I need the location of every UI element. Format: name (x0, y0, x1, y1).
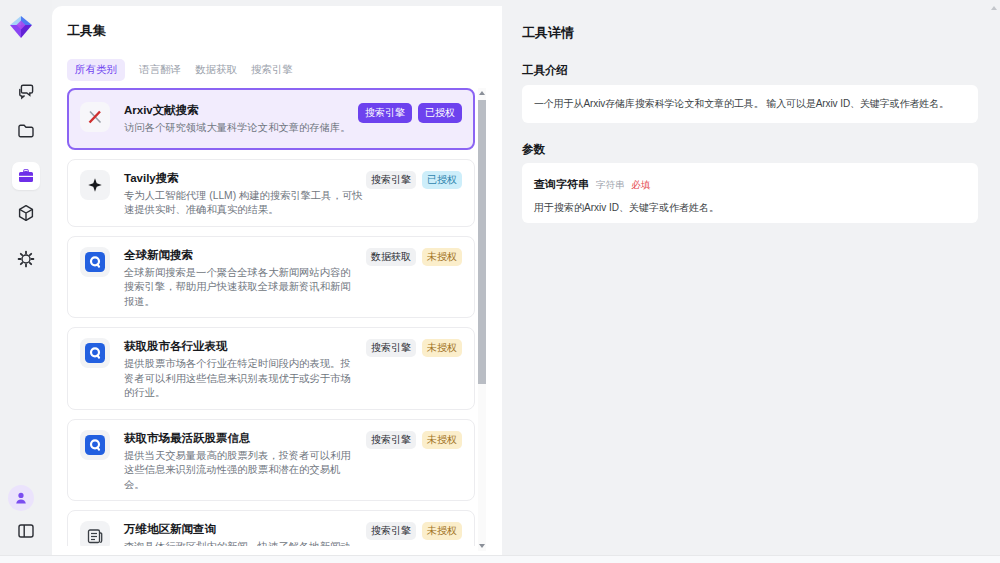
scroll-up-arrow[interactable] (479, 91, 485, 95)
sidebar-item-files[interactable] (12, 117, 40, 145)
tool-description: 访问各个研究领域大量科学论文和文章的存储库。 (124, 121, 358, 136)
auth-badge: 已授权 (418, 103, 462, 123)
chat-icon (16, 81, 36, 101)
tool-name: Arxiv文献搜索 (124, 102, 358, 118)
intro-text: 一个用于从Arxiv存储库搜索科学论文和文章的工具。 输入可以是Arxiv ID… (534, 97, 949, 111)
user-icon (13, 490, 29, 506)
tool-name: Tavily搜索 (124, 170, 369, 186)
quark-icon (80, 430, 110, 460)
app-logo[interactable] (7, 14, 35, 40)
category-badge: 数据获取 (366, 248, 416, 266)
scrollbar-thumb[interactable] (478, 100, 486, 384)
category-badge: 搜索引擎 (366, 339, 416, 357)
detail-panel: 工具详情 工具介绍 一个用于从Arxiv存储库搜索科学论文和文章的工具。 输入可… (502, 0, 1000, 563)
gem-logo-icon (7, 14, 35, 40)
param-type: 字符串 (596, 179, 625, 192)
param-required-flag: 必填 (632, 179, 651, 192)
arxiv-icon (80, 102, 110, 132)
param-box: 查询字符串 字符串 必填 用于搜索的Arxiv ID、关键字或作者姓名。 (522, 163, 978, 223)
tool-card-tavily[interactable]: Tavily搜索 专为人工智能代理 (LLM) 构建的搜索引擎工具，可快速提供实… (67, 159, 475, 227)
tool-description: 全球新闻搜索是一个聚合全球各大新闻网站内容的搜索引擎，帮助用户快速获取全球最新资… (124, 266, 358, 310)
auth-badge: 已授权 (422, 171, 462, 189)
intro-box: 一个用于从Arxiv存储库搜索科学论文和文章的工具。 输入可以是Arxiv ID… (522, 85, 978, 123)
layout-columns-icon (16, 521, 36, 541)
tool-name: 全球新闻搜索 (124, 247, 358, 263)
params-heading: 参数 (522, 142, 545, 157)
auth-badge: 未授权 (422, 522, 462, 540)
tool-description: 查询具体行政区划内的新闻，快速了解各地新闻动 (124, 540, 358, 546)
tool-list: Arxiv文献搜索 访问各个研究领域大量科学论文和文章的存储库。 搜索引擎 已授… (67, 88, 475, 546)
page-title: 工具集 (67, 22, 106, 40)
category-tabs: 所有类别 语言翻译 数据获取 搜索引擎 (67, 59, 293, 81)
auth-badge: 未授权 (422, 248, 462, 266)
panel-scroll-arrow (991, 6, 997, 10)
user-avatar[interactable] (8, 485, 34, 511)
folder-icon (16, 121, 36, 141)
package-icon (16, 203, 36, 223)
scrollbar[interactable] (478, 88, 486, 551)
category-badge: 搜索引擎 (366, 171, 416, 189)
tool-card-most-active-stocks[interactable]: 获取市场最活跃股票信息 提供当天交易量最高的股票列表，投资者可以利用这些信息来识… (67, 419, 475, 502)
sidebar (0, 0, 52, 563)
sidebar-item-tools[interactable] (12, 162, 40, 190)
scroll-down-arrow[interactable] (479, 544, 485, 548)
detail-title: 工具详情 (522, 24, 574, 42)
auth-badge: 未授权 (422, 339, 462, 357)
tool-description: 提供当天交易量最高的股票列表，投资者可以利用这些信息来识别流动性强的股票和潜在的… (124, 449, 358, 493)
tool-name: 获取股市各行业表现 (124, 338, 358, 354)
sidebar-item-chat[interactable] (12, 77, 40, 105)
tool-card-sector-performance[interactable]: 获取股市各行业表现 提供股票市场各个行业在特定时间段内的表现。投资者可以利用这些… (67, 327, 475, 410)
news-doc-icon (80, 521, 110, 546)
category-badge: 搜索引擎 (366, 431, 416, 449)
sidebar-item-packages[interactable] (12, 199, 40, 227)
param-name: 查询字符串 (534, 177, 589, 192)
intro-heading: 工具介绍 (522, 63, 568, 78)
sidebar-item-settings[interactable] (12, 245, 40, 273)
param-description: 用于搜索的Arxiv ID、关键字或作者姓名。 (534, 201, 966, 215)
tab-data-fetch[interactable]: 数据获取 (195, 59, 237, 81)
tool-card-regional-news[interactable]: 万维地区新闻查询 查询具体行政区划内的新闻，快速了解各地新闻动 搜索引擎 未授权 (67, 510, 475, 546)
tool-card-global-news[interactable]: 全球新闻搜索 全球新闻搜索是一个聚合全球各大新闻网站内容的搜索引擎，帮助用户快速… (67, 236, 475, 319)
tool-name: 万维地区新闻查询 (124, 521, 358, 537)
quark-icon (80, 338, 110, 368)
bottom-strip (0, 555, 1000, 563)
auth-badge: 未授权 (422, 431, 462, 449)
category-badge: 搜索引擎 (366, 522, 416, 540)
toolbox-icon (16, 166, 36, 186)
settings-icon (16, 249, 36, 269)
tab-translation[interactable]: 语言翻译 (139, 59, 181, 81)
category-badge: 搜索引擎 (358, 103, 412, 123)
tab-search-engine[interactable]: 搜索引擎 (251, 59, 293, 81)
tool-description: 专为人工智能代理 (LLM) 构建的搜索引擎工具，可快速提供实时、准确和真实的结… (124, 189, 369, 218)
tavily-star-icon (80, 170, 110, 200)
tool-card-arxiv[interactable]: Arxiv文献搜索 访问各个研究领域大量科学论文和文章的存储库。 搜索引擎 已授… (67, 88, 475, 150)
tool-description: 提供股票市场各个行业在特定时间段内的表现。投资者可以利用这些信息来识别表现优于或… (124, 357, 358, 401)
tab-all-categories[interactable]: 所有类别 (67, 59, 125, 81)
quark-icon (80, 247, 110, 277)
sidebar-toggle[interactable] (12, 517, 40, 545)
tool-name: 获取市场最活跃股票信息 (124, 430, 358, 446)
tools-panel: 工具集 所有类别 语言翻译 数据获取 搜索引擎 Arxiv文献搜索 访问各个研究… (52, 6, 502, 555)
